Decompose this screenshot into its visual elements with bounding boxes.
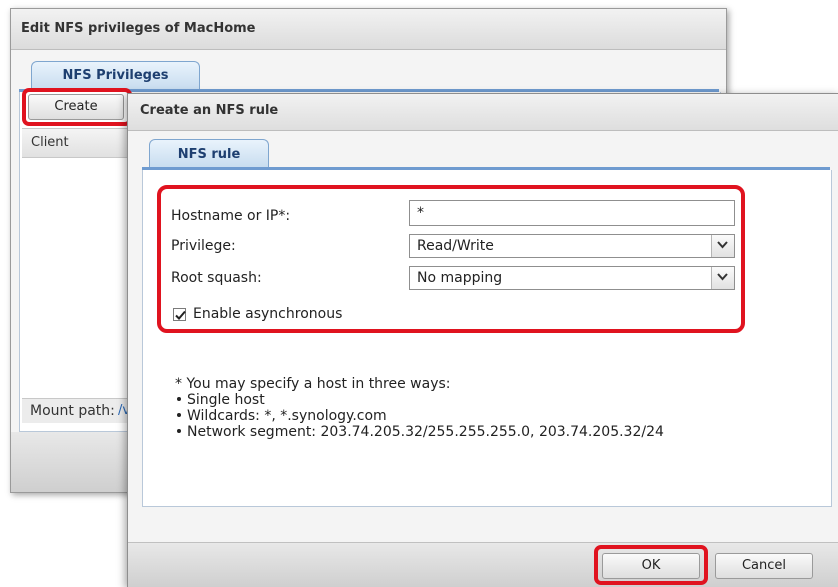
list-item: Wildcards: *, *.synology.com xyxy=(175,408,664,424)
mount-path-bar: Mount path: /v xyxy=(22,398,142,423)
list-item: Network segment: 203.74.205.32/255.255.2… xyxy=(175,424,664,440)
tab-nfs-privileges[interactable]: NFS Privileges xyxy=(31,61,200,90)
client-column-header[interactable]: Client xyxy=(22,128,132,158)
dialog-title: Create an NFS rule xyxy=(140,103,279,118)
create-highlight-frame xyxy=(22,88,132,126)
tab-nfs-rule[interactable]: NFS rule xyxy=(149,139,269,168)
tab-label: NFS Privileges xyxy=(62,68,169,83)
cancel-button[interactable]: Cancel xyxy=(715,553,813,579)
notes-intro: * You may specify a host in three ways: xyxy=(175,376,451,392)
client-header-label: Client xyxy=(31,135,69,150)
dialog-title: Edit NFS privileges of MacHome xyxy=(21,21,256,36)
dialog-title-bar: Edit NFS privileges of MacHome xyxy=(11,9,726,50)
dialog-title-bar: Create an NFS rule xyxy=(128,94,838,131)
list-item: Single host xyxy=(175,392,664,408)
ok-highlight-frame xyxy=(594,545,708,585)
form-highlight-frame xyxy=(157,185,745,333)
tab-label: NFS rule xyxy=(177,147,241,162)
mount-path-label: Mount path: xyxy=(30,403,115,419)
create-nfs-rule-dialog: Create an NFS rule NFS rule Hostname or … xyxy=(127,93,838,587)
host-format-notes: * You may specify a host in three ways: … xyxy=(175,376,664,440)
